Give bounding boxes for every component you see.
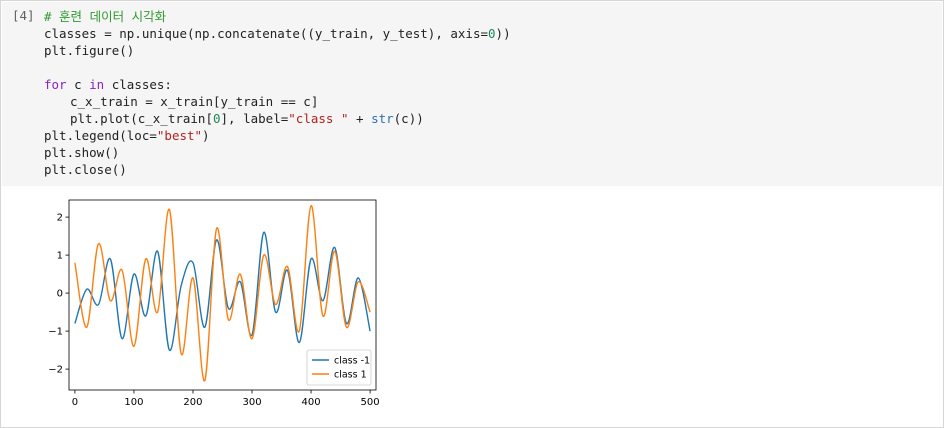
x-tick-label: 0 bbox=[72, 397, 78, 408]
code-text: plt.figure() bbox=[44, 43, 135, 58]
y-tick-label: 1 bbox=[57, 251, 63, 262]
legend: class -1 class 1 bbox=[306, 349, 372, 386]
code-line: plt.figure() bbox=[44, 42, 511, 59]
code-text: ], label= bbox=[220, 111, 289, 126]
code-text: c bbox=[66, 77, 90, 92]
y-tick-label: −2 bbox=[48, 365, 63, 376]
code-text: plt.close() bbox=[44, 162, 127, 177]
code-line: plt.legend(loc="best") bbox=[44, 127, 511, 144]
code-text: plt.plot(c_x_train[ bbox=[70, 111, 213, 126]
code-line: plt.close() bbox=[44, 161, 511, 178]
code-text: plt.show() bbox=[44, 145, 120, 160]
line-chart: 0 100 200 300 400 500 −2 −1 0 1 2 class -1 class 1 bbox=[48, 199, 380, 408]
code-comment: # 훈련 데이터 시각화 bbox=[44, 9, 167, 24]
legend-label: class 1 bbox=[334, 370, 367, 381]
x-tick-label: 500 bbox=[361, 397, 380, 408]
code-text: c_x_train = x_train[y_train == c] bbox=[70, 94, 319, 109]
code-builtin: str bbox=[371, 111, 394, 126]
x-tick-label: 100 bbox=[124, 397, 143, 408]
y-tick-label: 2 bbox=[57, 213, 63, 224]
y-tick-label: 0 bbox=[57, 289, 63, 300]
code-text: + bbox=[348, 111, 372, 126]
x-tick-label: 200 bbox=[183, 397, 202, 408]
code-text: (c)) bbox=[393, 111, 424, 126]
notebook-frame: [4] # 훈련 데이터 시각화 classes = np.unique(np.c… bbox=[0, 0, 944, 428]
code-line: for c in classes: bbox=[44, 76, 511, 93]
code-text: classes = np.unique(np.concatenate((y_tr… bbox=[44, 26, 489, 41]
code-keyword: for bbox=[44, 77, 67, 92]
code-string: "class " bbox=[288, 111, 349, 126]
code-line: classes = np.unique(np.concatenate((y_tr… bbox=[44, 25, 511, 42]
code-text: ) bbox=[202, 128, 210, 143]
code-line: c_x_train = x_train[y_train == c] bbox=[44, 93, 511, 110]
code-editor[interactable]: # 훈련 데이터 시각화 classes = np.unique(np.conca… bbox=[44, 8, 511, 178]
code-cell[interactable]: [4] # 훈련 데이터 시각화 classes = np.unique(np.c… bbox=[2, 2, 942, 186]
code-line: plt.show() bbox=[44, 144, 511, 161]
x-tick-label: 400 bbox=[302, 397, 321, 408]
code-number: 0 bbox=[213, 111, 221, 126]
cell-output: 0 100 200 300 400 500 −2 −1 0 1 2 class -1 class 1 bbox=[41, 191, 401, 423]
code-keyword: in bbox=[89, 77, 105, 92]
code-line: plt.plot(c_x_train[0], label="class " + … bbox=[44, 110, 511, 127]
code-text: plt.legend(loc= bbox=[44, 128, 157, 143]
legend-label: class -1 bbox=[334, 356, 370, 367]
y-tick-label: −1 bbox=[48, 327, 63, 338]
code-text: classes: bbox=[104, 77, 172, 92]
code-line: # 훈련 데이터 시각화 bbox=[44, 8, 511, 25]
x-tick-label: 300 bbox=[242, 397, 261, 408]
execution-count: [4] bbox=[12, 8, 35, 23]
code-number: 0 bbox=[488, 26, 496, 41]
code-string: "best" bbox=[156, 128, 203, 143]
code-text: )) bbox=[495, 26, 511, 41]
